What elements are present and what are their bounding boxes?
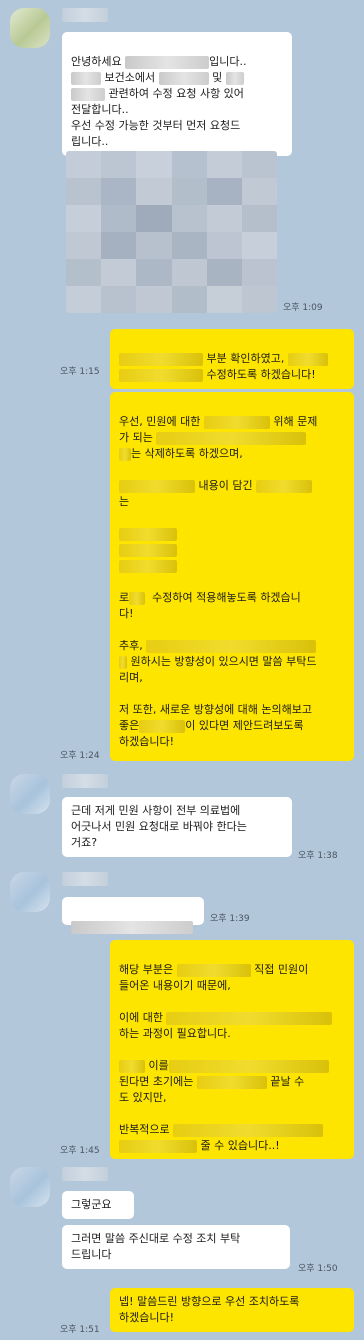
message-text: 위해 문제 — [273, 415, 318, 428]
sender-avatar[interactable] — [10, 872, 50, 912]
message-text: 원하시는 방향성이 있으시면 말씀 부탁드 — [130, 655, 317, 668]
message-text: 도 있지만, — [119, 1091, 167, 1104]
message-text: 끝날 수 — [270, 1075, 305, 1088]
message-text: 입니다.. — [209, 55, 247, 68]
sender-avatar[interactable] — [10, 8, 50, 48]
sender-name — [62, 774, 108, 788]
message-text: 립니다.. — [71, 135, 109, 148]
message-text: 관련하여 수정 요청 사항 있어 — [108, 87, 244, 100]
message-text: 로 — [119, 591, 130, 604]
message-text: 부분 확인하였고, — [206, 352, 285, 365]
message-text: 내용이 담긴 — [198, 479, 253, 492]
sender-avatar[interactable] — [10, 774, 50, 814]
message-text: 추후, — [119, 639, 143, 652]
message-text: 및 — [212, 71, 223, 84]
message-text: 들어온 내용이기 때문에, — [119, 979, 231, 992]
message-text: 수정하여 적용해놓도록 하겠습니 — [152, 591, 301, 604]
message-bubble-incoming[interactable]: 안녕하세요 입니다.. 보건소에서 및 관련하여 수정 요청 사항 있어 전달합… — [62, 32, 292, 156]
message-text: 이에 대한 — [119, 1011, 163, 1024]
message-time: 오후 1:50 — [298, 1264, 338, 1274]
message-bubble-incoming[interactable] — [62, 897, 204, 934]
message-text: 다! — [119, 607, 134, 620]
message-bubble-outgoing[interactable]: 넵! 말씀드린 방향으로 우선 조치하도록 하겠습니다! — [110, 1288, 354, 1332]
attached-image[interactable] — [66, 151, 277, 313]
message-time: 오후 1:38 — [298, 851, 338, 861]
message-bubble-outgoing[interactable]: 우선, 민원에 대한 위해 문제 가 되는 는 삭제하도록 하겠으며, 내용이 … — [110, 392, 354, 761]
message-text: 이 있다면 제안드려보도록 — [185, 719, 304, 732]
sender-avatar[interactable] — [10, 1167, 50, 1207]
message-text: 직접 민원이 — [254, 963, 309, 976]
message-text: 하는 과정이 필요합니다. — [119, 1027, 231, 1040]
message-time: 오후 1:45 — [60, 1146, 100, 1156]
message-text: 반복적으로 — [119, 1123, 170, 1136]
message-time: 오후 1:39 — [210, 914, 250, 924]
sender-name — [62, 1167, 108, 1181]
message-text: 해당 부분은 — [119, 963, 174, 976]
message-text: 안녕하세요 — [71, 55, 126, 68]
message-text: 저 또한, 새로운 방향성에 대해 논의해보고 — [119, 703, 313, 716]
message-time: 오후 1:15 — [60, 367, 100, 377]
message-text: 좋은 — [119, 719, 140, 732]
message-time: 오후 1:24 — [60, 751, 100, 761]
message-text: 가 되는 — [119, 431, 153, 444]
message-bubble-outgoing[interactable]: 해당 부분은 직접 민원이 들어온 내용이기 때문에, 이에 대한 하는 과정이… — [110, 940, 354, 1159]
message-text: 보건소에서 — [104, 71, 159, 84]
message-bubble-outgoing[interactable]: 부분 확인하였고, 수정하도록 하겠습니다! — [110, 329, 354, 389]
sender-name — [62, 8, 108, 22]
message-text: 우선, 민원에 대한 — [119, 415, 201, 428]
message-text: 는 — [119, 495, 130, 508]
message-bubble-incoming[interactable]: 그러면 말씀 주신대로 수정 조치 부탁 드립니다 — [62, 1225, 290, 1269]
message-text: 리며, — [119, 671, 143, 684]
message-text: 우선 수정 가능한 것부터 먼저 요청드 — [71, 119, 241, 132]
message-time: 오후 1:09 — [283, 303, 323, 313]
message-text: 이를 — [148, 1059, 169, 1072]
message-text: 수정하도록 하겠습니다! — [206, 368, 316, 381]
message-text: 전달합니다.. — [71, 103, 129, 116]
sender-name — [62, 872, 108, 886]
message-bubble-incoming[interactable]: 근데 저게 민원 사항이 전부 의료법에 어긋나서 민원 요청대로 바꿔야 한다… — [62, 797, 292, 857]
message-text: 는 삭제하도록 하겠으며, — [131, 447, 243, 460]
message-bubble-incoming[interactable]: 그렇군요 — [62, 1191, 134, 1219]
message-text: 된다면 초기에는 — [119, 1075, 194, 1088]
redacted-text — [71, 920, 193, 934]
message-text: 하겠습니다! — [119, 735, 175, 748]
message-time: 오후 1:51 — [60, 1325, 100, 1335]
message-text: 줄 수 있습니다..! — [200, 1139, 280, 1152]
